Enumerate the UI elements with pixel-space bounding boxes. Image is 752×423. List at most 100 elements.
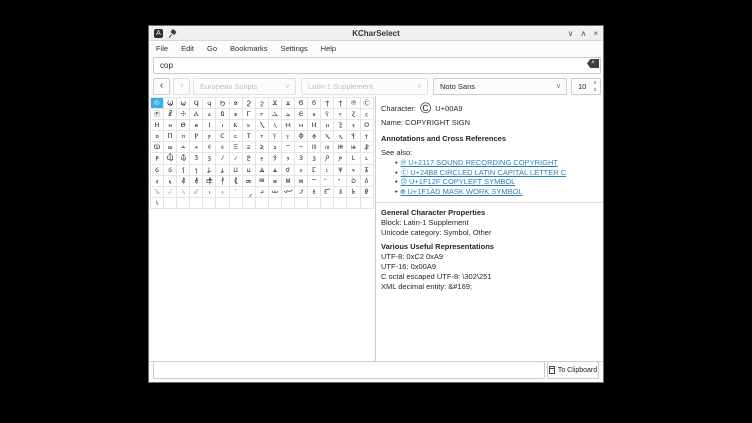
grid-cell[interactable] bbox=[230, 198, 243, 209]
grid-cell[interactable]: Ⲳ bbox=[177, 142, 190, 153]
grid-cell[interactable] bbox=[295, 198, 308, 209]
close-button[interactable]: × bbox=[593, 29, 598, 38]
grid-cell[interactable] bbox=[321, 198, 334, 209]
grid-cell[interactable]: Ⳡ bbox=[334, 165, 347, 176]
minimize-button[interactable]: ∨ bbox=[568, 29, 574, 38]
grid-cell[interactable]: ⲁ bbox=[203, 109, 216, 120]
grid-cell[interactable]: ⳅ bbox=[203, 153, 216, 164]
grid-cell[interactable]: ⳤ bbox=[164, 176, 177, 187]
grid-cell[interactable]: ⲋ bbox=[334, 109, 347, 120]
grid-cell[interactable]: ⳻ bbox=[177, 187, 190, 198]
grid-cell[interactable]: ϩ bbox=[256, 98, 269, 109]
grid-cell[interactable]: ⳍ bbox=[308, 153, 321, 164]
grid-cell[interactable]: Ⳝ bbox=[282, 165, 295, 176]
grid-cell[interactable]: Ⲽ bbox=[308, 142, 321, 153]
grid-cell[interactable]: ⳪ bbox=[243, 176, 256, 187]
grid-cell[interactable]: Ⲗ bbox=[256, 120, 269, 131]
grid-cell[interactable]: ϣ bbox=[177, 98, 190, 109]
font-combobox[interactable]: Noto Sans ∨ bbox=[433, 78, 567, 95]
grid-cell[interactable]: Ⲿ bbox=[334, 142, 347, 153]
grid-cell[interactable]: 𐋨 bbox=[347, 187, 360, 198]
grid-cell[interactable]: Ⲃ bbox=[216, 109, 229, 120]
grid-cell[interactable]: ⲹ bbox=[269, 142, 282, 153]
grid-cell[interactable]: ⲏ bbox=[164, 120, 177, 131]
grid-cell[interactable]: ⲕ bbox=[243, 120, 256, 131]
see-also-link[interactable]: 🄯 U+1F12F COPYLEFT SYMBOL bbox=[401, 177, 516, 186]
grid-cell[interactable]: ⳩ bbox=[230, 176, 243, 187]
grid-cell[interactable]: Ⲷ bbox=[230, 142, 243, 153]
grid-cell[interactable]: Ⲓ bbox=[203, 120, 216, 131]
to-clipboard-button[interactable]: To Clipboard bbox=[547, 361, 599, 379]
grid-cell[interactable]: ⳾ bbox=[216, 187, 229, 198]
grid-cell[interactable]: Ⳳ bbox=[347, 176, 360, 187]
grid-cell[interactable] bbox=[334, 198, 347, 209]
script-combobox[interactable]: European Scripts ∨ bbox=[193, 78, 296, 95]
grid-cell[interactable] bbox=[190, 198, 203, 209]
grid-cell[interactable]: Ⳋ bbox=[269, 153, 282, 164]
grid-cell[interactable]: ⲩ bbox=[282, 131, 295, 142]
grid-cell[interactable] bbox=[361, 198, 374, 209]
grid-cell[interactable]: ⳕ bbox=[190, 165, 203, 176]
clipboard-text-input[interactable] bbox=[153, 361, 545, 379]
grid-cell[interactable]: ⲗ bbox=[269, 120, 282, 131]
grid-cell[interactable]: ⳺ bbox=[164, 187, 177, 198]
grid-cell[interactable]: Ϯ bbox=[321, 98, 334, 109]
grid-cell[interactable] bbox=[282, 198, 295, 209]
grid-cell[interactable]: Ⳬ bbox=[256, 176, 269, 187]
grid-cell[interactable]: Ⳣ bbox=[361, 165, 374, 176]
pin-icon[interactable] bbox=[169, 30, 177, 38]
grid-cell[interactable]: Ϩ bbox=[243, 98, 256, 109]
grid-cell[interactable] bbox=[243, 198, 256, 209]
menu-bookmarks[interactable]: Bookmarks bbox=[230, 44, 268, 53]
see-also-link[interactable]: ℗ U+2117 SOUND RECORDING COPYRIGHT bbox=[401, 158, 558, 167]
grid-cell[interactable]: ⲫ bbox=[308, 131, 321, 142]
grid-cell[interactable]: ⲿ bbox=[347, 142, 360, 153]
grid-cell[interactable]: ⳏ bbox=[334, 153, 347, 164]
grid-cell[interactable]: ⲡ bbox=[177, 131, 190, 142]
menu-go[interactable]: Go bbox=[207, 44, 217, 53]
grid-cell[interactable]: Ϧ bbox=[216, 98, 229, 109]
grid-cell[interactable]: ⳝ bbox=[295, 165, 308, 176]
grid-cell[interactable]: Ⲡ bbox=[164, 131, 177, 142]
grid-cell[interactable]: Ⲛ bbox=[308, 120, 321, 131]
menu-edit[interactable]: Edit bbox=[181, 44, 194, 53]
grid-cell[interactable]: 𐋥 bbox=[308, 187, 321, 198]
grid-cell[interactable]: ⲛ bbox=[321, 120, 334, 131]
grid-cell[interactable]: ⳟ bbox=[321, 165, 334, 176]
grid-cell[interactable] bbox=[308, 198, 321, 209]
grid-cell[interactable]: Ⲋ bbox=[321, 109, 334, 120]
grid-cell[interactable]: ⲷ bbox=[243, 142, 256, 153]
grid-cell[interactable]: 𐋠 bbox=[243, 187, 256, 198]
grid-cell[interactable]: ⳁ bbox=[151, 153, 164, 164]
grid-cell[interactable]: Ⲹ bbox=[256, 142, 269, 153]
grid-cell[interactable]: Ϣ bbox=[164, 98, 177, 109]
grid-cell[interactable]: ⳥ bbox=[177, 176, 190, 187]
menu-file[interactable]: File bbox=[156, 44, 168, 53]
grid-cell[interactable]: ϯ bbox=[334, 98, 347, 109]
grid-cell[interactable]: ⲯ bbox=[361, 131, 374, 142]
grid-cell[interactable]: ⳼ bbox=[190, 187, 203, 198]
grid-cell[interactable]: Ⲅ bbox=[243, 109, 256, 120]
grid-cell[interactable]: ⲣ bbox=[203, 131, 216, 142]
grid-cell[interactable]: ⳯ bbox=[308, 176, 321, 187]
grid-cell[interactable] bbox=[164, 198, 177, 209]
grid-cell[interactable]: ⳛ bbox=[269, 165, 282, 176]
block-combobox[interactable]: Latin-1 Supplement ∨ bbox=[301, 78, 428, 95]
grid-cell[interactable]: ϭ bbox=[308, 98, 321, 109]
grid-cell[interactable] bbox=[256, 198, 269, 209]
grid-cell[interactable]: Ⳓ bbox=[151, 165, 164, 176]
grid-cell[interactable]: ⲇ bbox=[282, 109, 295, 120]
grid-cell[interactable]: Ⳟ bbox=[308, 165, 321, 176]
grid-cell[interactable]: Ϫ bbox=[269, 98, 282, 109]
grid-cell[interactable]: Ⳗ bbox=[203, 165, 216, 176]
grid-cell[interactable]: Ⳅ bbox=[190, 153, 203, 164]
grid-cell[interactable]: 𐋧 bbox=[334, 187, 347, 198]
grid-cell[interactable]: ϧ bbox=[230, 98, 243, 109]
grid-cell[interactable]: ⲍ bbox=[361, 109, 374, 120]
grid-cell[interactable]: ⳗ bbox=[216, 165, 229, 176]
grid-cell[interactable]: Ⲝ bbox=[334, 120, 347, 131]
grid-cell[interactable]: Ⳏ bbox=[321, 153, 334, 164]
grid-cell[interactable]: Ϥ bbox=[190, 98, 203, 109]
grid-cell[interactable]: Ⲧ bbox=[243, 131, 256, 142]
grid-cell[interactable]: ☧ bbox=[164, 109, 177, 120]
